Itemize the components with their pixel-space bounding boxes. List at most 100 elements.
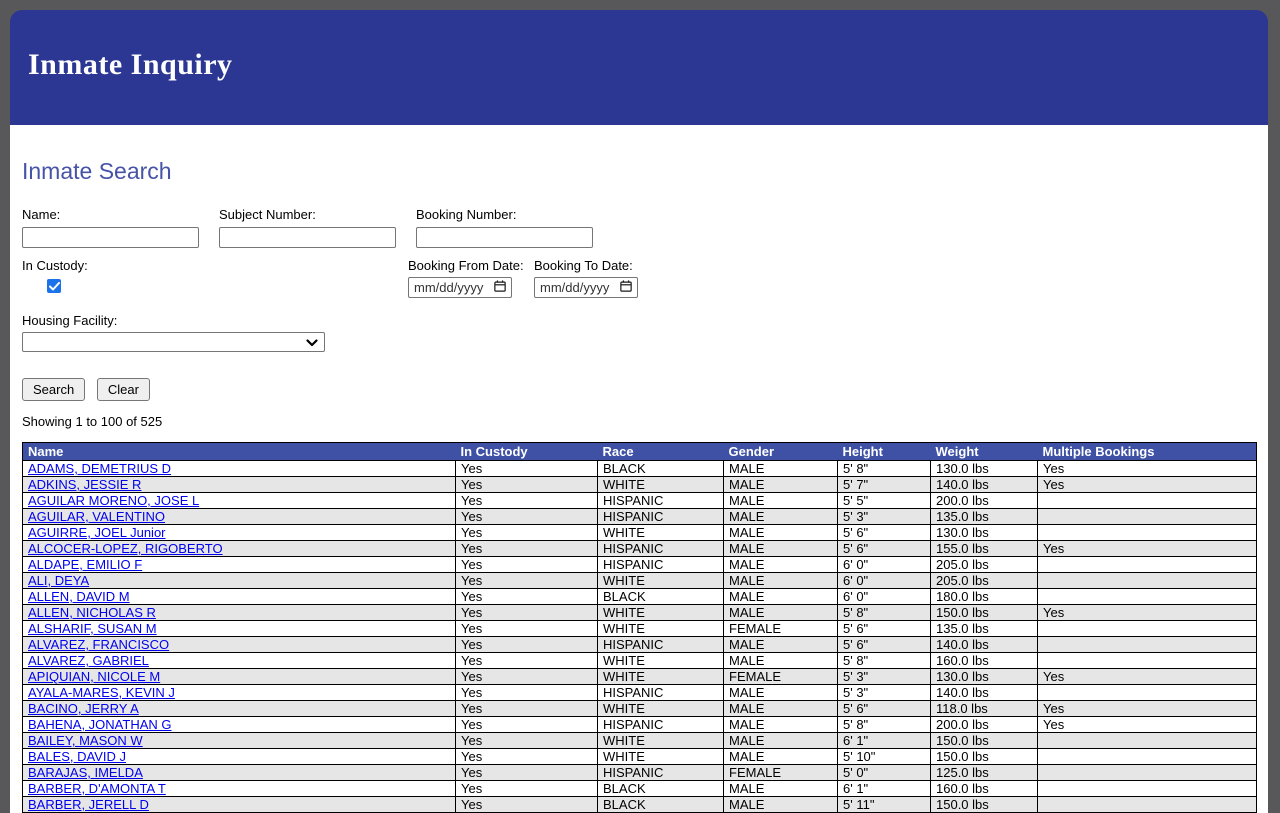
table-row: ADKINS, JESSIE R Yes WHITE MALE 5' 7" 140.0 l… xyxy=(22,476,1257,493)
data-cell: FEMALE xyxy=(723,764,838,781)
calendar-icon[interactable] xyxy=(620,280,632,295)
data-cell: 5' 8" xyxy=(837,652,931,669)
clear-button[interactable]: Clear xyxy=(96,378,150,401)
data-cell: Yes xyxy=(455,780,598,797)
table-row: BAHENA, JONATHAN G Yes HISPANIC MALE 5' 8" 20… xyxy=(22,716,1257,733)
data-cell: Yes xyxy=(455,572,598,589)
data-cell: 5' 6" xyxy=(837,540,931,557)
column-header-in-custody: In Custody xyxy=(455,442,598,461)
name-cell: BARBER, JERELL D xyxy=(22,796,456,813)
name-cell: AGUILAR MORENO, JOSE L xyxy=(22,492,456,509)
name-cell: ALVAREZ, FRANCISCO xyxy=(22,636,456,653)
data-cell: HISPANIC xyxy=(597,492,724,509)
search-button[interactable]: Search xyxy=(22,378,86,401)
inmate-link[interactable]: ALLEN, NICHOLAS R xyxy=(28,606,156,620)
data-cell xyxy=(1037,508,1257,525)
inmate-link[interactable]: ALI, DEYA xyxy=(28,574,89,588)
table-header-row: Name In Custody Race Gender Height Weigh… xyxy=(22,442,1257,461)
data-cell xyxy=(1037,572,1257,589)
data-cell xyxy=(1037,780,1257,797)
name-cell: ADAMS, DEMETRIUS D xyxy=(22,460,456,477)
data-cell: 200.0 lbs xyxy=(930,492,1038,509)
booking-from-date-input[interactable]: mm/dd/yyyy xyxy=(408,277,512,298)
inmate-link[interactable]: BARBER, D'AMONTA T xyxy=(28,782,166,796)
subject-number-input[interactable] xyxy=(219,227,396,248)
data-cell: 6' 0" xyxy=(837,556,931,573)
booking-number-label: Booking Number: xyxy=(416,207,517,222)
name-cell: APIQUIAN, NICOLE M xyxy=(22,668,456,685)
inmate-link[interactable]: ALCOCER-LOPEZ, RIGOBERTO xyxy=(28,542,223,556)
data-cell: 205.0 lbs xyxy=(930,572,1038,589)
data-cell xyxy=(1037,636,1257,653)
inmate-results-table: Name In Custody Race Gender Height Weigh… xyxy=(22,442,1257,813)
data-cell: WHITE xyxy=(597,572,724,589)
table-row: BARBER, JERELL D Yes BLACK MALE 5' 11" 150.0 … xyxy=(22,796,1257,813)
data-cell: 5' 8" xyxy=(837,604,931,621)
data-cell xyxy=(1037,524,1257,541)
name-cell: ADKINS, JESSIE R xyxy=(22,476,456,493)
date-placeholder: mm/dd/yyyy xyxy=(540,280,610,295)
inmate-link[interactable]: ALDAPE, EMILIO F xyxy=(28,558,142,572)
inmate-link[interactable]: BALES, DAVID J xyxy=(28,750,126,764)
inmate-link[interactable]: ALSHARIF, SUSAN M xyxy=(28,622,157,636)
booking-to-date-input[interactable]: mm/dd/yyyy xyxy=(534,277,638,298)
inmate-link[interactable]: ADAMS, DEMETRIUS D xyxy=(28,462,171,476)
data-cell: 5' 8" xyxy=(837,716,931,733)
inmate-link[interactable]: BACINO, JERRY A xyxy=(28,702,139,716)
data-cell: MALE xyxy=(723,684,838,701)
data-cell: WHITE xyxy=(597,476,724,493)
data-cell: MALE xyxy=(723,780,838,797)
data-cell: WHITE xyxy=(597,524,724,541)
inmate-link[interactable]: AGUIRRE, JOEL Junior xyxy=(28,526,166,540)
booking-number-input[interactable] xyxy=(416,227,593,248)
name-cell: ALDAPE, EMILIO F xyxy=(22,556,456,573)
data-cell: 130.0 lbs xyxy=(930,524,1038,541)
inmate-link[interactable]: AGUILAR MORENO, JOSE L xyxy=(28,494,199,508)
in-custody-checkbox[interactable] xyxy=(47,279,61,293)
data-cell: 160.0 lbs xyxy=(930,652,1038,669)
data-cell: HISPANIC xyxy=(597,684,724,701)
inmate-link[interactable]: APIQUIAN, NICOLE M xyxy=(28,670,160,684)
table-row: ALSHARIF, SUSAN M Yes WHITE FEMALE 5' 6" 135.… xyxy=(22,620,1257,637)
inmate-link[interactable]: BARBER, JERELL D xyxy=(28,798,149,812)
data-cell: 135.0 lbs xyxy=(930,620,1038,637)
data-cell: Yes xyxy=(455,796,598,813)
table-row: ALDAPE, EMILIO F Yes HISPANIC MALE 6' 0" 205.… xyxy=(22,556,1257,573)
inmate-link[interactable]: ADKINS, JESSIE R xyxy=(28,478,141,492)
data-cell: Yes xyxy=(1037,700,1257,717)
name-label: Name: xyxy=(22,207,61,222)
data-cell: 5' 0" xyxy=(837,764,931,781)
calendar-icon[interactable] xyxy=(494,280,506,295)
data-cell xyxy=(1037,764,1257,781)
data-cell: 130.0 lbs xyxy=(930,668,1038,685)
booking-to-date-label: Booking To Date: xyxy=(534,258,633,273)
inmate-link[interactable]: ALVAREZ, FRANCISCO xyxy=(28,638,169,652)
data-cell: MALE xyxy=(723,588,838,605)
housing-facility-select[interactable] xyxy=(22,332,325,352)
data-cell: 5' 3" xyxy=(837,684,931,701)
data-cell: BLACK xyxy=(597,588,724,605)
inmate-link[interactable]: ALVAREZ, GABRIEL xyxy=(28,654,149,668)
inmate-link[interactable]: ALLEN, DAVID M xyxy=(28,590,130,604)
data-cell: MALE xyxy=(723,572,838,589)
inmate-link[interactable]: AGUILAR, VALENTINO xyxy=(28,510,165,524)
data-cell: 150.0 lbs xyxy=(930,748,1038,765)
data-cell: 5' 8" xyxy=(837,460,931,477)
data-cell: Yes xyxy=(455,492,598,509)
inmate-link[interactable]: BARAJAS, IMELDA xyxy=(28,766,143,780)
page-container: Inmate Inquiry Inmate Search Name: Subje… xyxy=(10,10,1268,813)
data-cell: Yes xyxy=(455,732,598,749)
name-cell: ALLEN, NICHOLAS R xyxy=(22,604,456,621)
data-cell xyxy=(1037,748,1257,765)
column-header-height: Height xyxy=(837,442,931,461)
inmate-link[interactable]: BAILEY, MASON W xyxy=(28,734,143,748)
data-cell: FEMALE xyxy=(723,668,838,685)
housing-facility-label: Housing Facility: xyxy=(22,313,118,328)
name-input[interactable] xyxy=(22,227,199,248)
chevron-down-icon xyxy=(306,335,318,350)
data-cell: Yes xyxy=(455,556,598,573)
column-header-multiple-bookings: Multiple Bookings xyxy=(1037,442,1257,461)
name-cell: BAILEY, MASON W xyxy=(22,732,456,749)
inmate-link[interactable]: BAHENA, JONATHAN G xyxy=(28,718,172,732)
inmate-link[interactable]: AYALA-MARES, KEVIN J xyxy=(28,686,175,700)
